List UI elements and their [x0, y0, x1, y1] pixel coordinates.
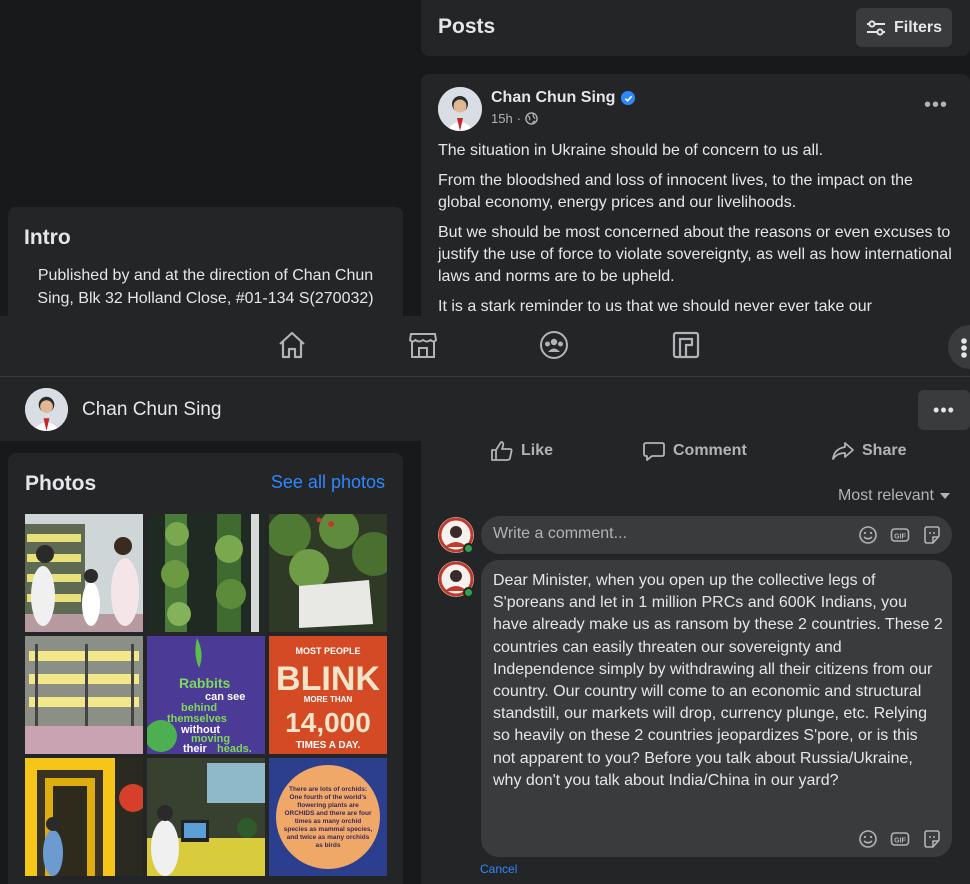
photo-thumbnail[interactable] — [147, 758, 265, 876]
emoji-icon[interactable] — [858, 829, 878, 849]
profile-more-button[interactable]: ••• — [918, 390, 970, 430]
online-status-indicator — [463, 587, 474, 598]
svg-text:GIF: GIF — [894, 838, 906, 845]
photo-thumbnail[interactable] — [147, 514, 265, 632]
like-label: Like — [521, 442, 554, 459]
post-author[interactable]: Chan Chun Sing — [491, 89, 636, 107]
profile-strip: Chan Chun Sing ••• — [0, 377, 970, 441]
intro-text: Published by and at the direction of Cha… — [37, 267, 374, 307]
photo-overlay-text: heads. — [217, 743, 252, 754]
profile-avatar[interactable] — [25, 388, 68, 431]
post-body: The situation in Ukraine should be of co… — [438, 140, 953, 326]
sort-comments-dropdown[interactable]: Most relevant — [838, 487, 950, 505]
photo-overlay-text: Rabbits — [179, 675, 231, 691]
posts-title: Posts — [438, 15, 496, 38]
post-more-options-icon[interactable]: ••• — [924, 94, 948, 117]
photo-overlay-text: TIMES A DAY. — [296, 740, 361, 751]
cancel-reply-link[interactable]: Cancel — [480, 862, 517, 876]
photos-title: Photos — [25, 472, 97, 495]
post-author-name[interactable]: Chan Chun Sing — [491, 89, 615, 107]
share-icon — [832, 442, 854, 460]
comment-icon — [643, 442, 665, 461]
gif-icon[interactable]: GIF — [890, 525, 910, 545]
photo-thumbnail[interactable] — [269, 514, 387, 632]
post-paragraph: From the bloodshed and loss of innocent … — [438, 172, 913, 211]
globe-icon — [525, 112, 538, 125]
see-all-photos-link[interactable]: See all photos — [271, 472, 385, 493]
profile-name[interactable]: Chan Chun Sing — [82, 399, 221, 421]
photo-overlay-text: MORE THAN — [304, 695, 353, 704]
reply-editor[interactable]: Dear Minister, when you open up the coll… — [481, 560, 952, 857]
share-button[interactable]: Share — [832, 441, 906, 461]
intro-title: Intro — [24, 226, 71, 249]
post-time-text[interactable]: 15h — [491, 111, 513, 126]
menu-grid-icon[interactable] — [948, 325, 970, 369]
svg-text:GIF: GIF — [894, 534, 906, 541]
post-author-avatar[interactable] — [438, 87, 482, 131]
photo-overlay-text: There are lots of orchids: One fourth of… — [283, 786, 373, 849]
photo-thumbnail[interactable] — [25, 636, 143, 754]
photo-thumbnail[interactable] — [25, 514, 143, 632]
reply-text[interactable]: Dear Minister, when you open up the coll… — [493, 570, 943, 792]
caret-down-icon — [940, 492, 950, 499]
post-paragraph: But we should be most concerned about th… — [438, 224, 952, 285]
post-timestamp[interactable]: 15h · — [491, 111, 538, 126]
photos-card: Photos See all photos Rabbits can see be… — [8, 453, 403, 884]
photo-overlay-text: BLINK — [276, 660, 380, 698]
gaming-icon[interactable] — [671, 330, 701, 360]
filters-button[interactable]: Filters — [856, 8, 952, 47]
emoji-icon[interactable] — [858, 525, 878, 545]
top-navigation — [0, 316, 970, 377]
photo-thumbnail[interactable]: MOST PEOPLE BLINK MORE THAN 14,000 TIMES… — [269, 636, 387, 754]
photo-thumbnail[interactable] — [25, 758, 143, 876]
posts-header: Posts Filters — [421, 0, 970, 56]
post-paragraph: It is a stark reminder to us that we sho… — [438, 298, 872, 315]
filters-label: Filters — [893, 18, 942, 36]
like-button[interactable]: Like — [491, 441, 553, 461]
gif-icon[interactable]: GIF — [890, 829, 910, 849]
sticker-icon[interactable] — [922, 829, 942, 849]
photo-overlay-text: their — [183, 743, 208, 754]
share-label: Share — [862, 442, 907, 459]
home-icon[interactable] — [277, 330, 307, 360]
groups-icon[interactable] — [539, 330, 569, 360]
verified-badge-icon — [621, 91, 636, 105]
reply-tools: GIF — [858, 829, 942, 849]
post-paragraph: The situation in Ukraine should be of co… — [438, 142, 824, 159]
composer-tools: GIF — [858, 525, 942, 545]
photo-thumbnail[interactable]: Rabbits can see behind themselves withou… — [147, 636, 265, 754]
photo-overlay-text: MOST PEOPLE — [295, 646, 360, 656]
like-icon — [491, 441, 513, 461]
filters-icon — [866, 19, 885, 36]
comment-composer[interactable]: GIF — [481, 516, 952, 554]
post-card: Chan Chun Sing 15h · ••• The situation i… — [421, 74, 970, 324]
marketplace-icon[interactable] — [408, 330, 438, 360]
intro-card: Intro Published by and at the direction … — [8, 207, 403, 327]
post-actions-bar: Like Comment Share — [421, 433, 970, 473]
online-status-indicator — [463, 543, 474, 554]
comment-button[interactable]: Comment — [643, 441, 747, 461]
photo-thumbnail[interactable]: There are lots of orchids: One fourth of… — [269, 758, 387, 876]
sticker-icon[interactable] — [922, 525, 942, 545]
comment-label: Comment — [673, 442, 747, 459]
photo-grid: Rabbits can see behind themselves withou… — [25, 514, 387, 876]
photo-overlay-text: 14,000 — [285, 707, 371, 738]
sort-label: Most relevant — [837, 487, 934, 504]
comment-input[interactable] — [493, 525, 853, 543]
